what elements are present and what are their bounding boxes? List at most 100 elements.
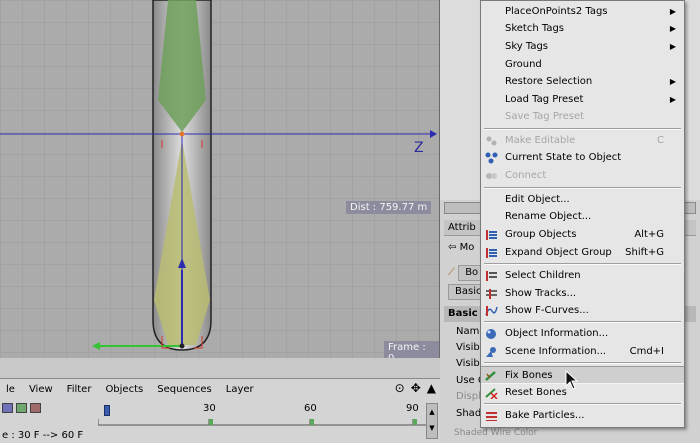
submenu-arrow-icon: ▶: [669, 24, 676, 33]
menu-item-label: Connect: [505, 170, 547, 181]
lock-icon[interactable]: ⊙: [395, 381, 405, 395]
menu-item-label: Sky Tags: [505, 41, 549, 52]
menu-separator: [484, 321, 681, 323]
menu-separator: [484, 263, 681, 265]
make-editable-icon: [486, 136, 497, 146]
menu-item-label: Current State to Object: [505, 152, 622, 163]
menu-item-placeonpoints2-tags[interactable]: PlaceOnPoints2 Tags ▶: [481, 3, 684, 21]
select-children-icon: [486, 271, 497, 281]
menu-item-label: Restore Selection: [505, 76, 593, 87]
menu-item-group-objects[interactable]: Group Objects Alt+G: [481, 226, 684, 244]
timeline-range-status: e : 30 F --> 60 F: [2, 430, 84, 441]
menu-item-label: Scene Information...: [505, 346, 607, 357]
timeline-nav-icons: ⊙ ✥ ▲: [395, 381, 436, 395]
ruler-label: 90: [406, 403, 419, 414]
menu-item-sketch-tags[interactable]: Sketch Tags ▶: [481, 20, 684, 38]
object-info-icon: [486, 329, 496, 339]
menu-item-label: Bake Particles...: [505, 410, 585, 421]
menu-item-rename-object[interactable]: Rename Object...: [481, 208, 684, 226]
menu-item-load-tag-preset[interactable]: Load Tag Preset ▶: [481, 91, 684, 109]
submenu-arrow-icon: ▶: [669, 7, 676, 16]
scroll-down-icon[interactable]: ▼: [429, 424, 434, 432]
menu-item-bake-particles[interactable]: Bake Particles...: [481, 407, 684, 425]
distance-readout: Dist : 759.77 m: [346, 201, 432, 214]
menu-item-make-editable: Make Editable C: [481, 132, 684, 150]
fix-bones-icon: [485, 371, 496, 381]
menu-item-label: Group Objects: [505, 229, 577, 240]
menu-item-show-fcurves[interactable]: Show F-Curves...: [481, 302, 684, 320]
move-icon[interactable]: ✥: [411, 381, 421, 395]
timeline-menubar: le View Filter Objects Sequences Layer: [0, 382, 262, 398]
timeline-scrollbar[interactable]: ▲ ▼: [426, 403, 438, 439]
field-visible-render: Visib: [456, 358, 480, 369]
reset-bones-icon: [485, 388, 498, 399]
mouse-pointer-icon: [565, 370, 579, 390]
menu-item-connect: Connect: [481, 167, 684, 185]
menu-item-expand-object-group[interactable]: Expand Object Group Shift+G: [481, 244, 684, 262]
menu-separator: [484, 362, 681, 364]
submenu-arrow-icon: ▶: [669, 95, 676, 104]
timeline-ruler[interactable]: [98, 401, 428, 427]
menu-item-save-tag-preset: Save Tag Preset: [481, 108, 684, 126]
arrow-back-icon[interactable]: ⇦: [448, 242, 456, 253]
frame-readout: Frame : 0: [384, 341, 439, 358]
menu-item-scene-information[interactable]: Scene Information... Cmd+I: [481, 343, 684, 361]
viewport-canvas[interactable]: [0, 0, 440, 358]
menu-item-current-state-to-object[interactable]: Current State to Object: [481, 149, 684, 167]
playhead-marker[interactable]: [104, 405, 110, 416]
menu-item-reset-bones[interactable]: Reset Bones: [481, 384, 684, 402]
menu-item-label: Show F-Curves...: [505, 305, 589, 316]
layer-swatch[interactable]: [30, 403, 41, 413]
menu-item-label: Sketch Tags: [505, 23, 565, 34]
menu-item-select-children[interactable]: Select Children: [481, 267, 684, 285]
menu-item-label: Save Tag Preset: [505, 111, 585, 122]
menu-shortcut: C: [657, 135, 664, 146]
menu-filter[interactable]: Filter: [61, 382, 100, 398]
menu-file-partial[interactable]: le: [0, 382, 23, 398]
menu-item-restore-selection[interactable]: Restore Selection ▶: [481, 73, 684, 91]
menu-item-label: Edit Object...: [505, 194, 570, 205]
field-visible-editor: Visib: [456, 342, 480, 353]
menu-item-show-tracks[interactable]: Show Tracks...: [481, 285, 684, 303]
triangle-up-icon[interactable]: ▲: [427, 381, 436, 395]
mode-tab[interactable]: Mo: [460, 242, 475, 253]
menu-item-label: PlaceOnPoints2 Tags: [505, 6, 608, 17]
current-state-icon: [485, 152, 498, 164]
submenu-arrow-icon: ▶: [669, 42, 676, 51]
menu-separator: [484, 128, 681, 130]
context-menu: PlaceOnPoints2 Tags ▶ Sketch Tags ▶ Sky Ta…: [480, 0, 685, 428]
layer-swatches: [2, 403, 41, 413]
group-objects-icon: [486, 230, 497, 240]
expand-group-icon: [486, 248, 497, 258]
menu-sequences[interactable]: Sequences: [151, 382, 220, 398]
menu-item-sky-tags[interactable]: Sky Tags ▶: [481, 38, 684, 56]
connect-icon: [486, 173, 497, 179]
menu-item-label: Ground: [505, 59, 542, 70]
menu-shortcut: Shift+G: [625, 247, 664, 258]
z-axis-label: Z: [414, 140, 424, 156]
menu-separator: [484, 403, 681, 405]
layer-swatch[interactable]: [16, 403, 27, 413]
menu-objects[interactable]: Objects: [99, 382, 151, 398]
menu-view[interactable]: View: [23, 382, 61, 398]
ruler-label: 30: [203, 403, 216, 414]
menu-item-ground[interactable]: Ground: [481, 56, 684, 74]
menu-separator: [484, 187, 681, 189]
menu-item-object-information[interactable]: Object Information...: [481, 325, 684, 343]
menu-item-label: Make Editable: [505, 135, 576, 146]
menu-item-fix-bones[interactable]: Fix Bones: [481, 366, 684, 384]
menu-shortcut: Alt+G: [634, 229, 664, 240]
layer-swatch[interactable]: [2, 403, 13, 413]
field-display-color: Displ: [456, 391, 481, 402]
scroll-up-icon[interactable]: ▲: [429, 408, 434, 416]
menu-item-label: Fix Bones: [505, 370, 553, 381]
bone-icon: ⟋: [448, 267, 455, 278]
menu-item-label: Object Information...: [505, 328, 609, 339]
bake-particles-icon: [486, 412, 497, 421]
menu-item-label: Select Children: [505, 270, 581, 281]
3d-viewport[interactable]: Z Dist : 759.77 m Frame : 0: [0, 0, 440, 358]
shaded-wire-color-label: Shaded Wire Color: [454, 428, 538, 438]
scene-info-icon: [486, 347, 496, 357]
menu-item-edit-object[interactable]: Edit Object...: [481, 191, 684, 209]
menu-layer[interactable]: Layer: [220, 382, 262, 398]
